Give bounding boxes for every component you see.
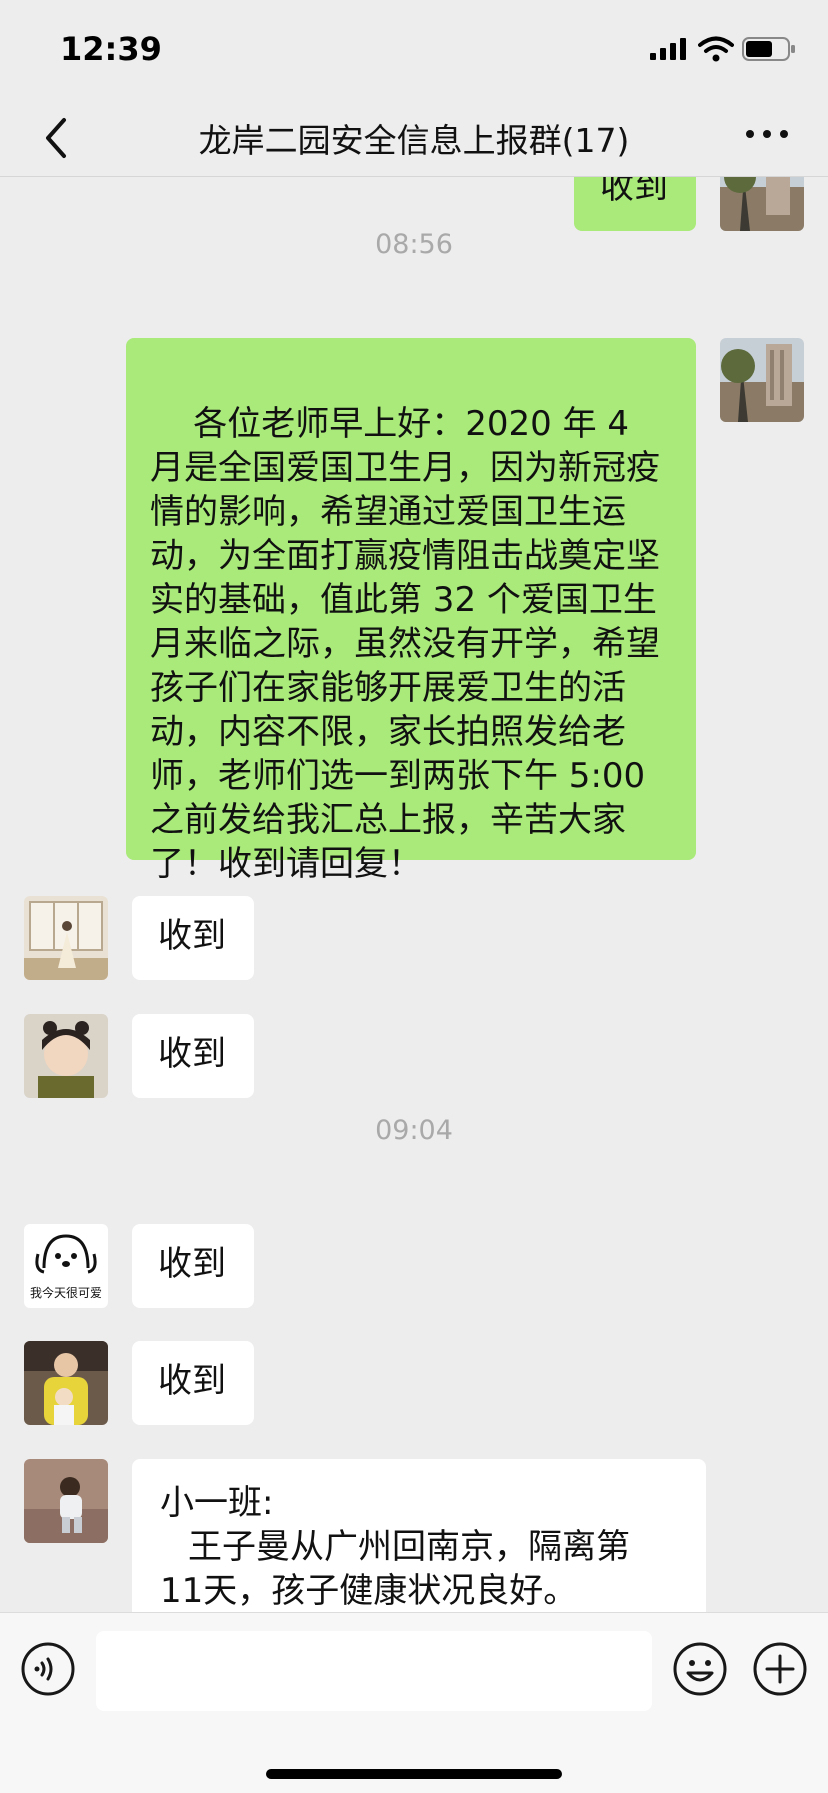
wifi-icon: [698, 36, 734, 62]
message-text-line: 11天，孩子健康状况良好。: [160, 1571, 578, 1611]
message-bubble-theirs[interactable]: 收到: [132, 896, 254, 980]
avatar-member[interactable]: 我今天很可爱: [24, 1224, 108, 1308]
message-bubble-theirs[interactable]: 收到: [132, 1014, 254, 1098]
message-bubble-mine[interactable]: 收到: [574, 177, 696, 231]
avatar-self[interactable]: [720, 338, 804, 422]
message-text: 收到: [158, 1361, 226, 1401]
message-text: 收到: [600, 177, 668, 207]
chat-header: 龙岸二园安全信息上报群(17): [0, 100, 828, 177]
avatar-member[interactable]: [24, 1459, 108, 1543]
message-bubble-mine[interactable]: 各位老师早上好：2020 年 4 月是全国爱国卫生月，因为新冠疫情的影响，希望通…: [126, 338, 696, 884]
message-bubble-theirs[interactable]: 收到: [132, 1341, 254, 1425]
message-bubble-theirs[interactable]: 收到: [132, 1224, 254, 1308]
message-text: 收到: [158, 916, 226, 956]
avatar-self[interactable]: [720, 177, 804, 231]
timestamp: 09:04: [375, 1115, 453, 1146]
more-dots-icon[interactable]: [742, 114, 792, 154]
message-text: 收到: [158, 1034, 226, 1074]
timestamp: 08:56: [375, 229, 453, 260]
status-bar: 12:39: [0, 0, 828, 100]
voice-icon[interactable]: [20, 1641, 76, 1697]
cellular-signal-icon: [650, 38, 686, 60]
avatar-caption: 我今天很可爱: [29, 1286, 102, 1300]
avatar-member[interactable]: [24, 896, 108, 980]
status-time: 12:39: [60, 30, 162, 68]
emoji-icon[interactable]: [672, 1641, 728, 1697]
input-bar: [0, 1612, 828, 1793]
chat-title: 龙岸二园安全信息上报群(17): [198, 121, 630, 160]
message-text: 各位老师早上好：2020 年 4 月是全国爱国卫生月，因为新冠疫情的影响，希望通…: [150, 404, 660, 884]
battery-icon: [742, 37, 795, 61]
message-text-line: 小一班:: [160, 1483, 274, 1523]
home-indicator: [266, 1769, 562, 1779]
plus-icon[interactable]: [752, 1641, 808, 1697]
message-input[interactable]: [96, 1631, 652, 1711]
avatar-member[interactable]: [24, 1014, 108, 1098]
avatar-member[interactable]: [24, 1341, 108, 1425]
message-bubble-theirs[interactable]: 小一班: 王子曼从广州回南京，隔离第 11天，孩子健康状况良好。: [132, 1459, 706, 1612]
message-text-line: 王子曼从广州回南京，隔离第: [188, 1527, 630, 1567]
chevron-left-icon[interactable]: [36, 112, 76, 164]
message-text: 收到: [158, 1244, 226, 1284]
message-list[interactable]: 收到 08:56 各位老师早上好：2020 年 4 月是全国爱国卫生月，因为新冠…: [0, 177, 828, 1612]
